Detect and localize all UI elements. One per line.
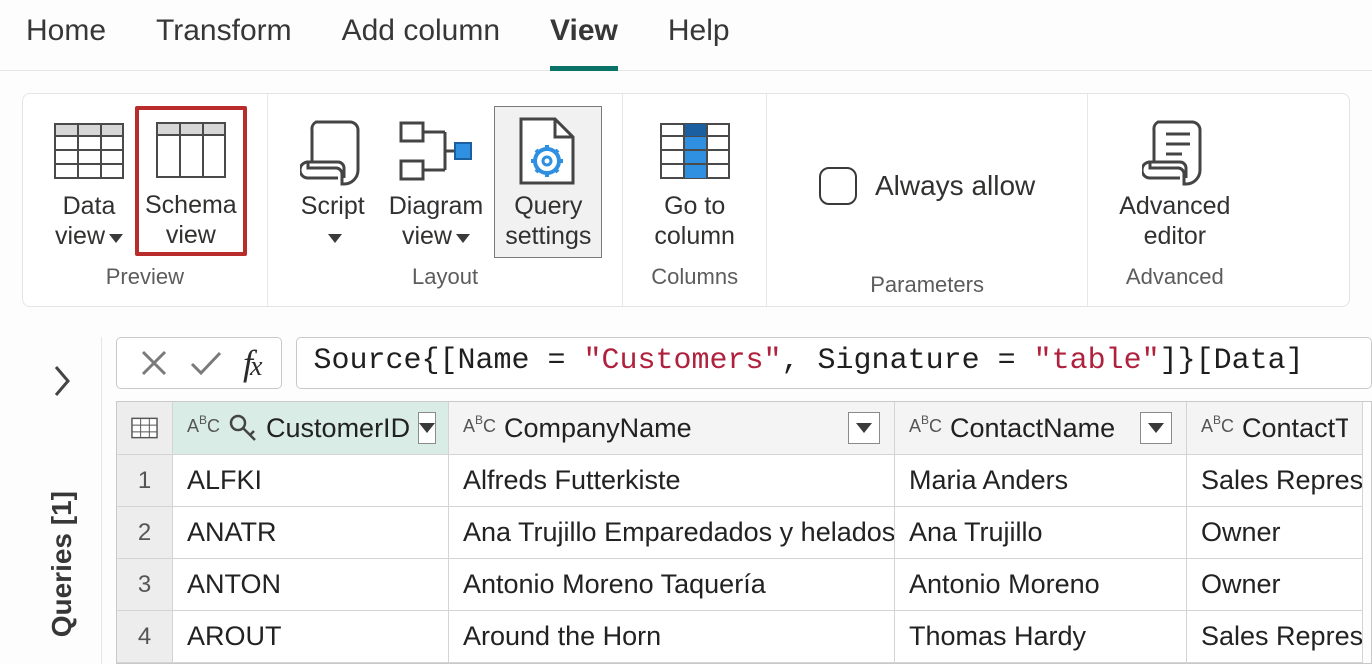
formula-bar: fx Source{[Name = "Customers", Signature… (102, 337, 1372, 401)
go-to-column-button[interactable]: Go tocolumn (643, 106, 746, 258)
group-preview: Dataview Schemaview Preview (23, 94, 268, 306)
group-layout-label: Layout (412, 264, 478, 290)
cell[interactable]: Sales Representative (1187, 455, 1363, 507)
cell[interactable]: Antonio Moreno Taquería (449, 559, 895, 611)
work-area: Queries [1] fx Source{[Name = "Customers… (22, 337, 1372, 664)
expand-queries-button[interactable] (42, 361, 82, 401)
column-header-contactname[interactable]: ABCContactName (895, 402, 1187, 455)
cell[interactable]: Thomas Hardy (895, 611, 1187, 663)
diagram-view-button[interactable]: Diagramview (378, 106, 494, 258)
chevron-down-icon (456, 229, 470, 245)
accept-formula-button[interactable] (189, 348, 223, 378)
table-row[interactable]: 2 ANATR Ana Trujillo Emparedados y helad… (117, 507, 1371, 559)
filter-button[interactable] (1140, 412, 1172, 444)
group-layout: Script Diagramview Querysettings Layout (268, 94, 624, 306)
cell[interactable]: Ana Trujillo Emparedados y helados (449, 507, 895, 559)
cell[interactable]: ALFKI (173, 455, 449, 507)
cell[interactable]: Owner (1187, 507, 1363, 559)
chevron-down-icon (109, 229, 123, 245)
column-header-contacttitle[interactable]: ABCContactTitle (1187, 402, 1363, 455)
page-gear-icon (517, 111, 579, 191)
advanced-editor-icon (1142, 111, 1208, 191)
queries-count-label: Queries [1] (46, 491, 78, 637)
tab-transform[interactable]: Transform (156, 14, 292, 70)
go-to-column-label: Go tocolumn (654, 191, 735, 251)
script-button[interactable]: Script (288, 106, 378, 258)
tab-view[interactable]: View (550, 14, 618, 70)
fx-icon: fx (243, 342, 259, 384)
data-grid: ABC CustomerID ABCCompanyName ABCContact… (116, 401, 1372, 664)
chevron-down-icon (328, 229, 342, 245)
cell[interactable]: Owner (1187, 559, 1363, 611)
table-row[interactable]: 4 AROUT Around the Horn Thomas Hardy Sal… (117, 611, 1371, 663)
table-row[interactable]: 1 ALFKI Alfreds Futterkiste Maria Anders… (117, 455, 1371, 507)
cell[interactable]: Sales Representative (1187, 611, 1363, 663)
cell[interactable]: ANATR (173, 507, 449, 559)
columns-icon (156, 110, 226, 190)
text-type-icon: ABC (187, 416, 220, 437)
query-settings-label: Querysettings (505, 191, 591, 251)
column-header-customerid[interactable]: ABC CustomerID (173, 402, 449, 455)
row-number: 1 (117, 455, 173, 507)
text-type-icon: ABC (463, 416, 496, 437)
query-settings-button[interactable]: Querysettings (494, 106, 602, 258)
cancel-formula-button[interactable] (139, 348, 169, 378)
cell[interactable]: Antonio Moreno (895, 559, 1187, 611)
tab-help[interactable]: Help (668, 14, 730, 70)
group-columns: Go tocolumn Columns (623, 94, 767, 306)
cell[interactable]: Ana Trujillo (895, 507, 1187, 559)
goto-column-icon (660, 111, 730, 191)
group-advanced-label: Advanced (1126, 264, 1224, 290)
group-advanced: Advancededitor Advanced (1088, 94, 1261, 306)
group-parameters: Always allow Parameters (767, 94, 1088, 306)
formula-input[interactable]: Source{[Name = "Customers", Signature = … (296, 337, 1372, 389)
filter-button[interactable] (848, 412, 880, 444)
cell[interactable]: Maria Anders (895, 455, 1187, 507)
data-view-label: Dataview (55, 192, 115, 250)
select-all-cell[interactable] (117, 402, 173, 455)
diagram-icon (399, 111, 473, 191)
schema-view-label: Schemaview (145, 190, 237, 250)
cell[interactable]: Alfreds Futterkiste (449, 455, 895, 507)
grid-icon (54, 111, 124, 191)
ribbon: Dataview Schemaview Preview Script (22, 93, 1350, 307)
text-type-icon: ABC (909, 416, 942, 437)
group-preview-label: Preview (106, 264, 184, 290)
queries-sidebar: Queries [1] (22, 337, 102, 664)
row-number: 4 (117, 611, 173, 663)
table-icon (131, 417, 158, 439)
tab-add-column[interactable]: Add column (342, 14, 500, 70)
filter-button[interactable] (418, 412, 436, 444)
cell[interactable]: Around the Horn (449, 611, 895, 663)
always-allow-label: Always allow (875, 170, 1035, 202)
tab-bar: Home Transform Add column View Help (0, 0, 1372, 71)
table-row[interactable]: 3 ANTON Antonio Moreno Taquería Antonio … (117, 559, 1371, 611)
row-number: 3 (117, 559, 173, 611)
always-allow-checkbox[interactable] (819, 167, 857, 205)
advanced-editor-button[interactable]: Advancededitor (1108, 106, 1241, 258)
cell[interactable]: ANTON (173, 559, 449, 611)
row-number: 2 (117, 507, 173, 559)
script-icon (300, 111, 366, 191)
column-header-companyname[interactable]: ABCCompanyName (449, 402, 895, 455)
key-icon (228, 413, 258, 443)
header-row: ABC CustomerID ABCCompanyName ABCContact… (117, 402, 1371, 455)
cell[interactable]: AROUT (173, 611, 449, 663)
script-label: Script (301, 192, 365, 220)
group-parameters-label: Parameters (870, 272, 984, 298)
group-columns-label: Columns (651, 264, 738, 290)
advanced-editor-label: Advancededitor (1119, 191, 1230, 251)
data-view-button[interactable]: Dataview (43, 106, 135, 258)
text-type-icon: ABC (1201, 416, 1234, 437)
schema-view-button[interactable]: Schemaview (135, 106, 247, 256)
tab-home[interactable]: Home (26, 14, 106, 70)
